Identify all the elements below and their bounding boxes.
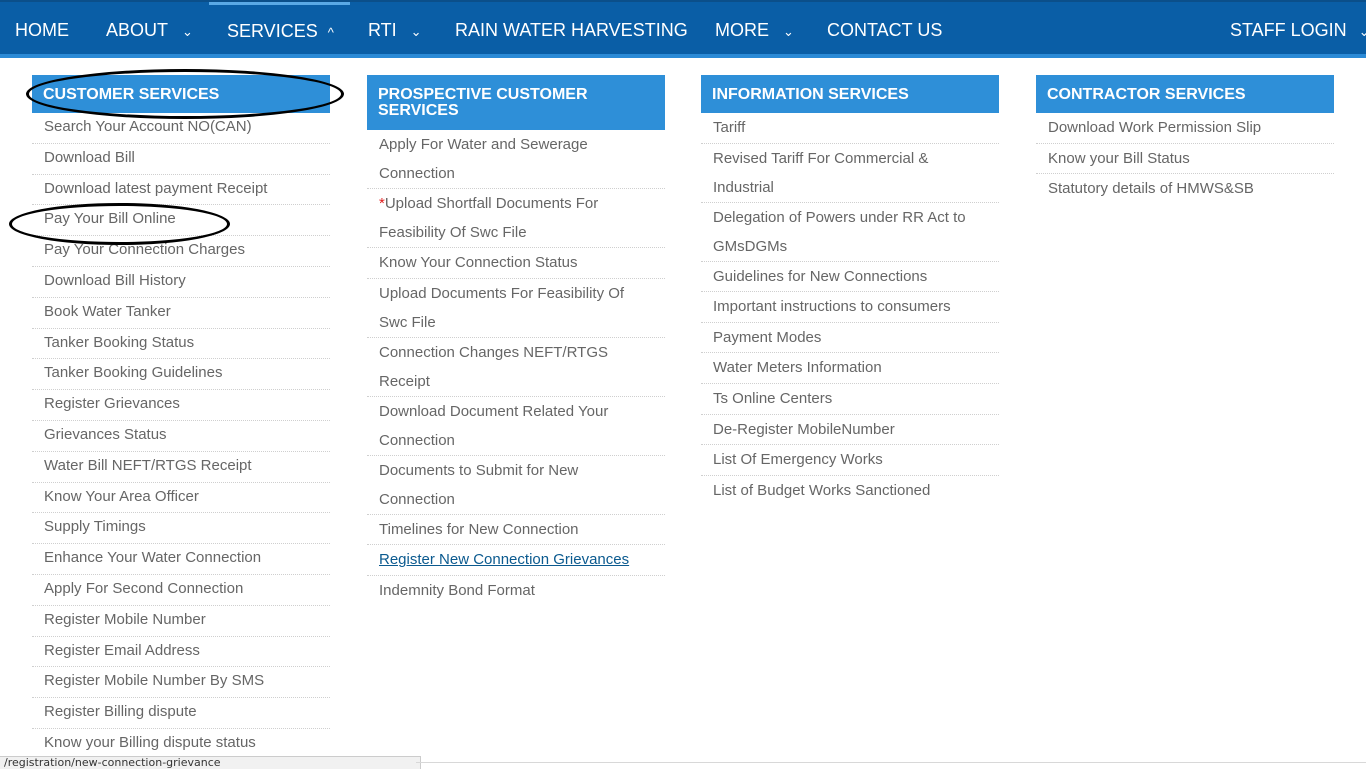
menu-item-statutory-details[interactable]: Statutory details of HMWS&SB <box>1036 174 1334 204</box>
main-nav-bar: HOME ABOUT ⌄ SERVICES ^ RTI ⌄ RAIN WATER HA… <box>0 0 1366 58</box>
chevron-up-icon: ^ <box>327 25 334 40</box>
nav-contact-us[interactable]: CONTACT US <box>827 2 942 54</box>
menu-item-apply-water-sewerage[interactable]: Apply For Water and Sewerage Connection <box>367 130 665 189</box>
menu-item-apply-second-connection[interactable]: Apply For Second Connection <box>32 575 330 606</box>
nav-rain-label: RAIN WATER HARVESTING <box>455 20 688 40</box>
menu-item-delegation-of-powers[interactable]: Delegation of Powers under RR Act to GMs… <box>701 203 999 262</box>
customer-services-column: CUSTOMER SERVICES Search Your Account NO… <box>32 75 330 759</box>
menu-item-upload-feasibility-documents[interactable]: Upload Documents For Feasibility Of Swc … <box>367 279 665 338</box>
menu-item-download-connection-document[interactable]: Download Document Related Your Connectio… <box>367 397 665 456</box>
information-services-heading: INFORMATION SERVICES <box>701 75 999 113</box>
menu-item-know-connection-status[interactable]: Know Your Connection Status <box>367 248 665 279</box>
nav-more-label: MORE <box>715 20 769 40</box>
menu-item-documents-new-connection[interactable]: Documents to Submit for New Connection <box>367 456 665 515</box>
menu-item-billing-dispute-status[interactable]: Know your Billing dispute status <box>32 729 330 759</box>
menu-item-grievances-status[interactable]: Grievances Status <box>32 421 330 452</box>
menu-item-connection-changes-neft[interactable]: Connection Changes NEFT/RTGS Receipt <box>367 338 665 397</box>
nav-rain-water-harvesting[interactable]: RAIN WATER HARVESTING <box>455 2 688 54</box>
nav-about-label: ABOUT <box>106 20 169 40</box>
menu-item-water-meters-information[interactable]: Water Meters Information <box>701 353 999 384</box>
menu-item-enhance-water-connection[interactable]: Enhance Your Water Connection <box>32 544 330 575</box>
chevron-down-icon: ⌄ <box>410 24 422 39</box>
menu-item-register-mobile-by-sms[interactable]: Register Mobile Number By SMS <box>32 667 330 699</box>
menu-item-payment-modes[interactable]: Payment Modes <box>701 323 999 354</box>
contractor-services-heading: CONTRACTOR SERVICES <box>1036 75 1334 113</box>
nav-home-label: HOME <box>15 20 69 40</box>
menu-item-register-mobile-number[interactable]: Register Mobile Number <box>32 606 330 637</box>
nav-home[interactable]: HOME <box>15 2 69 54</box>
register-grievances-link[interactable]: Register New Connection Grievances <box>379 551 629 568</box>
menu-item-register-connection-grievances[interactable]: Register New Connection Grievances <box>367 545 665 576</box>
menu-item-register-billing-dispute[interactable]: Register Billing dispute <box>32 698 330 729</box>
menu-item-deregister-mobile[interactable]: De-Register MobileNumber <box>701 415 999 446</box>
menu-item-supply-timings[interactable]: Supply Timings <box>32 513 330 545</box>
menu-item-download-bill[interactable]: Download Bill <box>32 144 330 175</box>
menu-item-ts-online-centers[interactable]: Ts Online Centers <box>701 384 999 415</box>
menu-item-important-instructions[interactable]: Important instructions to consumers <box>701 292 999 323</box>
menu-item-upload-shortfall-documents[interactable]: *Upload Shortfall Documents For Feasibil… <box>367 189 665 248</box>
chevron-down-icon: ⌄ <box>1358 24 1366 39</box>
chevron-down-icon: ⌄ <box>182 24 193 39</box>
menu-item-budget-works[interactable]: List of Budget Works Sanctioned <box>701 476 999 506</box>
menu-item-know-bill-status[interactable]: Know your Bill Status <box>1036 144 1334 175</box>
menu-item-indemnity-bond-format[interactable]: Indemnity Bond Format <box>367 576 665 606</box>
nav-about[interactable]: ABOUT ⌄ <box>106 2 193 54</box>
menu-item-water-bill-neft-receipt[interactable]: Water Bill NEFT/RTGS Receipt <box>32 452 330 483</box>
nav-rti[interactable]: RTI ⌄ <box>368 2 422 54</box>
annotation-ellipse-customer-services <box>26 69 344 119</box>
menu-item-revised-tariff[interactable]: Revised Tariff For Commercial & Industri… <box>701 144 999 203</box>
page-bottom-divider <box>416 762 1366 763</box>
menu-item-timelines-new-connection[interactable]: Timelines for New Connection <box>367 515 665 546</box>
menu-item-tariff[interactable]: Tariff <box>701 113 999 144</box>
prospective-services-list: Apply For Water and Sewerage Connection … <box>367 130 665 605</box>
menu-item-book-water-tanker[interactable]: Book Water Tanker <box>32 298 330 329</box>
nav-more[interactable]: MORE ⌄ <box>715 2 794 54</box>
menu-item-upload-shortfall-label: Upload Shortfall Documents For Feasibili… <box>379 195 599 241</box>
menu-item-work-permission-slip[interactable]: Download Work Permission Slip <box>1036 113 1334 144</box>
nav-services-label: SERVICES <box>227 21 318 41</box>
chevron-down-icon: ⌄ <box>783 24 794 39</box>
nav-underline <box>0 54 1366 58</box>
prospective-services-heading: PROSPECTIVE CUSTOMER SERVICES <box>367 75 665 130</box>
nav-staff-label: STAFF LOGIN <box>1230 20 1347 40</box>
nav-services[interactable]: SERVICES ^ <box>209 2 350 51</box>
nav-staff-login[interactable]: STAFF LOGIN ⌄ <box>1230 2 1366 54</box>
information-services-list: Tariff Revised Tariff For Commercial & I… <box>701 113 999 505</box>
menu-item-guidelines-new-connections[interactable]: Guidelines for New Connections <box>701 262 999 293</box>
menu-item-emergency-works[interactable]: List Of Emergency Works <box>701 445 999 476</box>
menu-item-register-email-address[interactable]: Register Email Address <box>32 637 330 668</box>
annotation-ellipse-pay-bill-online <box>9 203 230 245</box>
prospective-services-column: PROSPECTIVE CUSTOMER SERVICES Apply For … <box>367 75 665 605</box>
contractor-services-list: Download Work Permission Slip Know your … <box>1036 113 1334 204</box>
menu-item-tanker-booking-guidelines[interactable]: Tanker Booking Guidelines <box>32 359 330 391</box>
nav-contact-label: CONTACT US <box>827 20 943 40</box>
contractor-services-column: CONTRACTOR SERVICES Download Work Permis… <box>1036 75 1334 204</box>
nav-rti-label: RTI <box>368 20 397 40</box>
menu-item-tanker-booking-status[interactable]: Tanker Booking Status <box>32 329 330 360</box>
browser-status-bar: /registration/new-connection-grievance <box>0 756 421 769</box>
menu-item-know-area-officer[interactable]: Know Your Area Officer <box>32 483 330 514</box>
menu-item-download-bill-history[interactable]: Download Bill History <box>32 267 330 298</box>
information-services-column: INFORMATION SERVICES Tariff Revised Tari… <box>701 75 999 505</box>
menu-item-download-payment-receipt[interactable]: Download latest payment Receipt <box>32 175 330 206</box>
menu-item-register-grievances[interactable]: Register Grievances <box>32 390 330 421</box>
